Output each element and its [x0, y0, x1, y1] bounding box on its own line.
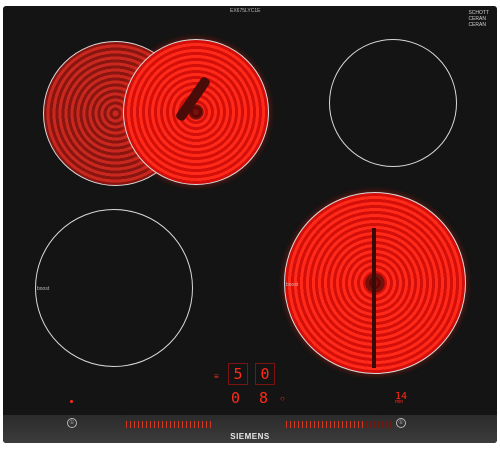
boost-label-left: boost	[37, 286, 50, 292]
hotplate-indicator-icon	[70, 400, 73, 403]
lock-icon[interactable]: ①	[396, 418, 406, 428]
timer-icon[interactable]: ○	[280, 394, 285, 403]
zone-bottom-right-marker	[372, 228, 376, 368]
boost-label-right: boost	[286, 282, 299, 288]
timer-units: min	[395, 399, 404, 405]
power-icon[interactable]: ①	[67, 418, 77, 428]
power-level-display-4: 8	[259, 389, 269, 407]
cooktop-glass: EX675LYC1E SCHOTT CERAN CERAN boost boos…	[3, 6, 497, 443]
model-number: EX675LYC1E	[230, 8, 261, 14]
power-level-display-1: 5	[228, 363, 248, 385]
brand-logo: SIEMENS	[230, 432, 270, 441]
power-level-display-2: 0	[255, 363, 275, 385]
slider-left[interactable]	[126, 421, 211, 428]
zone-top-left-main[interactable]	[123, 39, 269, 185]
badge-line-3: CERAN	[468, 22, 486, 28]
slider-right[interactable]	[286, 421, 366, 428]
slider-right-dim[interactable]	[366, 421, 391, 428]
zone-top-right[interactable]	[329, 39, 457, 167]
selector-icon: ≡	[214, 372, 219, 381]
power-level-display-3: 0	[231, 389, 241, 407]
schott-ceran-badge: SCHOTT CERAN CERAN	[468, 10, 489, 28]
slider-left-dim[interactable]	[211, 421, 241, 428]
control-bar: ① ① SIEMENS	[3, 415, 497, 443]
zone-bottom-left[interactable]	[35, 209, 193, 367]
